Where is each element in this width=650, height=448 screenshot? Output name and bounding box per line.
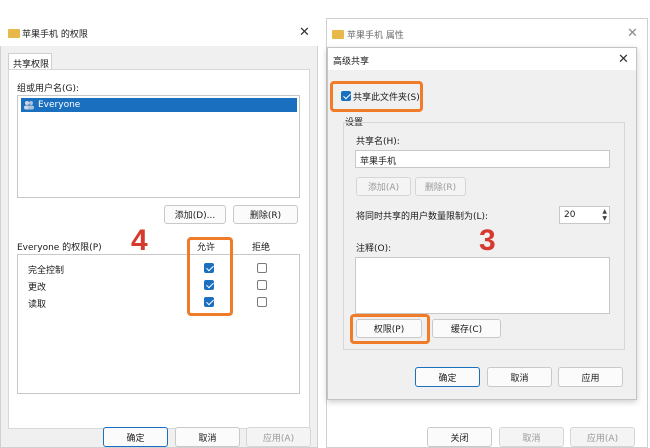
dialog-close-icon[interactable]: ✕ — [618, 52, 629, 67]
comment-label: 注释(O): — [356, 244, 392, 254]
dialog-apply-button[interactable]: 应用 — [558, 367, 623, 387]
ok-button[interactable]: 确定 — [103, 427, 168, 447]
add-share-button[interactable]: 添加(A) — [356, 177, 411, 196]
permission-row-label: 完全控制 — [28, 266, 65, 276]
step-number-3: 3 — [479, 224, 496, 257]
deny-change-checkbox[interactable] — [257, 280, 267, 290]
dialog-ok-button[interactable]: 确定 — [415, 367, 480, 387]
deny-read-checkbox[interactable] — [257, 297, 267, 307]
share-name-value: 苹果手机 — [360, 157, 397, 167]
dialog-cancel-button[interactable]: 取消 — [487, 367, 552, 387]
properties-close-icon[interactable]: ✕ — [627, 26, 638, 41]
deny-column-header: 拒绝 — [252, 243, 271, 253]
dialog-titlebar — [328, 48, 636, 70]
permissions-button-highlight — [350, 314, 430, 344]
properties-close-button[interactable]: 关闭 — [427, 427, 492, 447]
dialog-title: 高级共享 — [333, 57, 370, 67]
permission-row-label: 读取 — [28, 300, 47, 310]
remove-button[interactable]: 删除(R) — [233, 205, 298, 224]
left-close-icon[interactable]: ✕ — [299, 25, 310, 40]
cache-button[interactable]: 缓存(C) — [432, 319, 501, 338]
share-checkbox-highlight — [330, 81, 423, 112]
users-icon — [23, 100, 35, 110]
share-name-label: 共享名(H): — [356, 137, 400, 147]
remove-share-button[interactable]: 删除(R) — [415, 177, 466, 196]
stepper-down-icon[interactable]: ▼ — [602, 215, 607, 222]
deny-full-control-checkbox[interactable] — [257, 263, 267, 273]
allow-column-highlight — [187, 237, 233, 316]
folder-icon — [8, 29, 20, 38]
permission-row-label: 更改 — [28, 283, 47, 293]
add-button[interactable]: 添加(D)... — [164, 205, 226, 224]
users-listbox[interactable]: Everyone — [17, 95, 300, 198]
properties-window-title: 苹果手机 属性 — [347, 31, 404, 41]
user-limit-stepper[interactable]: 20 ▲ ▼ — [559, 206, 610, 224]
permissions-label: Everyone 的权限(P) — [17, 243, 102, 253]
left-window-title: 苹果手机 的权限 — [22, 30, 88, 40]
user-limit-label: 将同时共享的用户数量限制为(L): — [356, 212, 489, 222]
user-limit-value: 20 — [564, 210, 576, 220]
properties-apply-button[interactable]: 应用(A) — [570, 427, 635, 447]
comment-textarea[interactable] — [355, 257, 610, 314]
stepper-up-icon[interactable]: ▲ — [602, 208, 607, 215]
tab-share-permissions[interactable]: 共享权限 — [8, 53, 52, 70]
list-item-everyone[interactable]: Everyone — [21, 98, 297, 112]
group-label: 组或用户名(G): — [17, 84, 80, 94]
step-number-4: 4 — [131, 224, 148, 257]
apply-button[interactable]: 应用(A) — [246, 427, 311, 447]
share-name-field[interactable]: 苹果手机 — [355, 150, 610, 168]
list-item-label: Everyone — [38, 100, 81, 110]
properties-cancel-button[interactable]: 取消 — [499, 427, 564, 447]
cancel-button[interactable]: 取消 — [175, 427, 240, 447]
folder-icon — [332, 30, 344, 39]
